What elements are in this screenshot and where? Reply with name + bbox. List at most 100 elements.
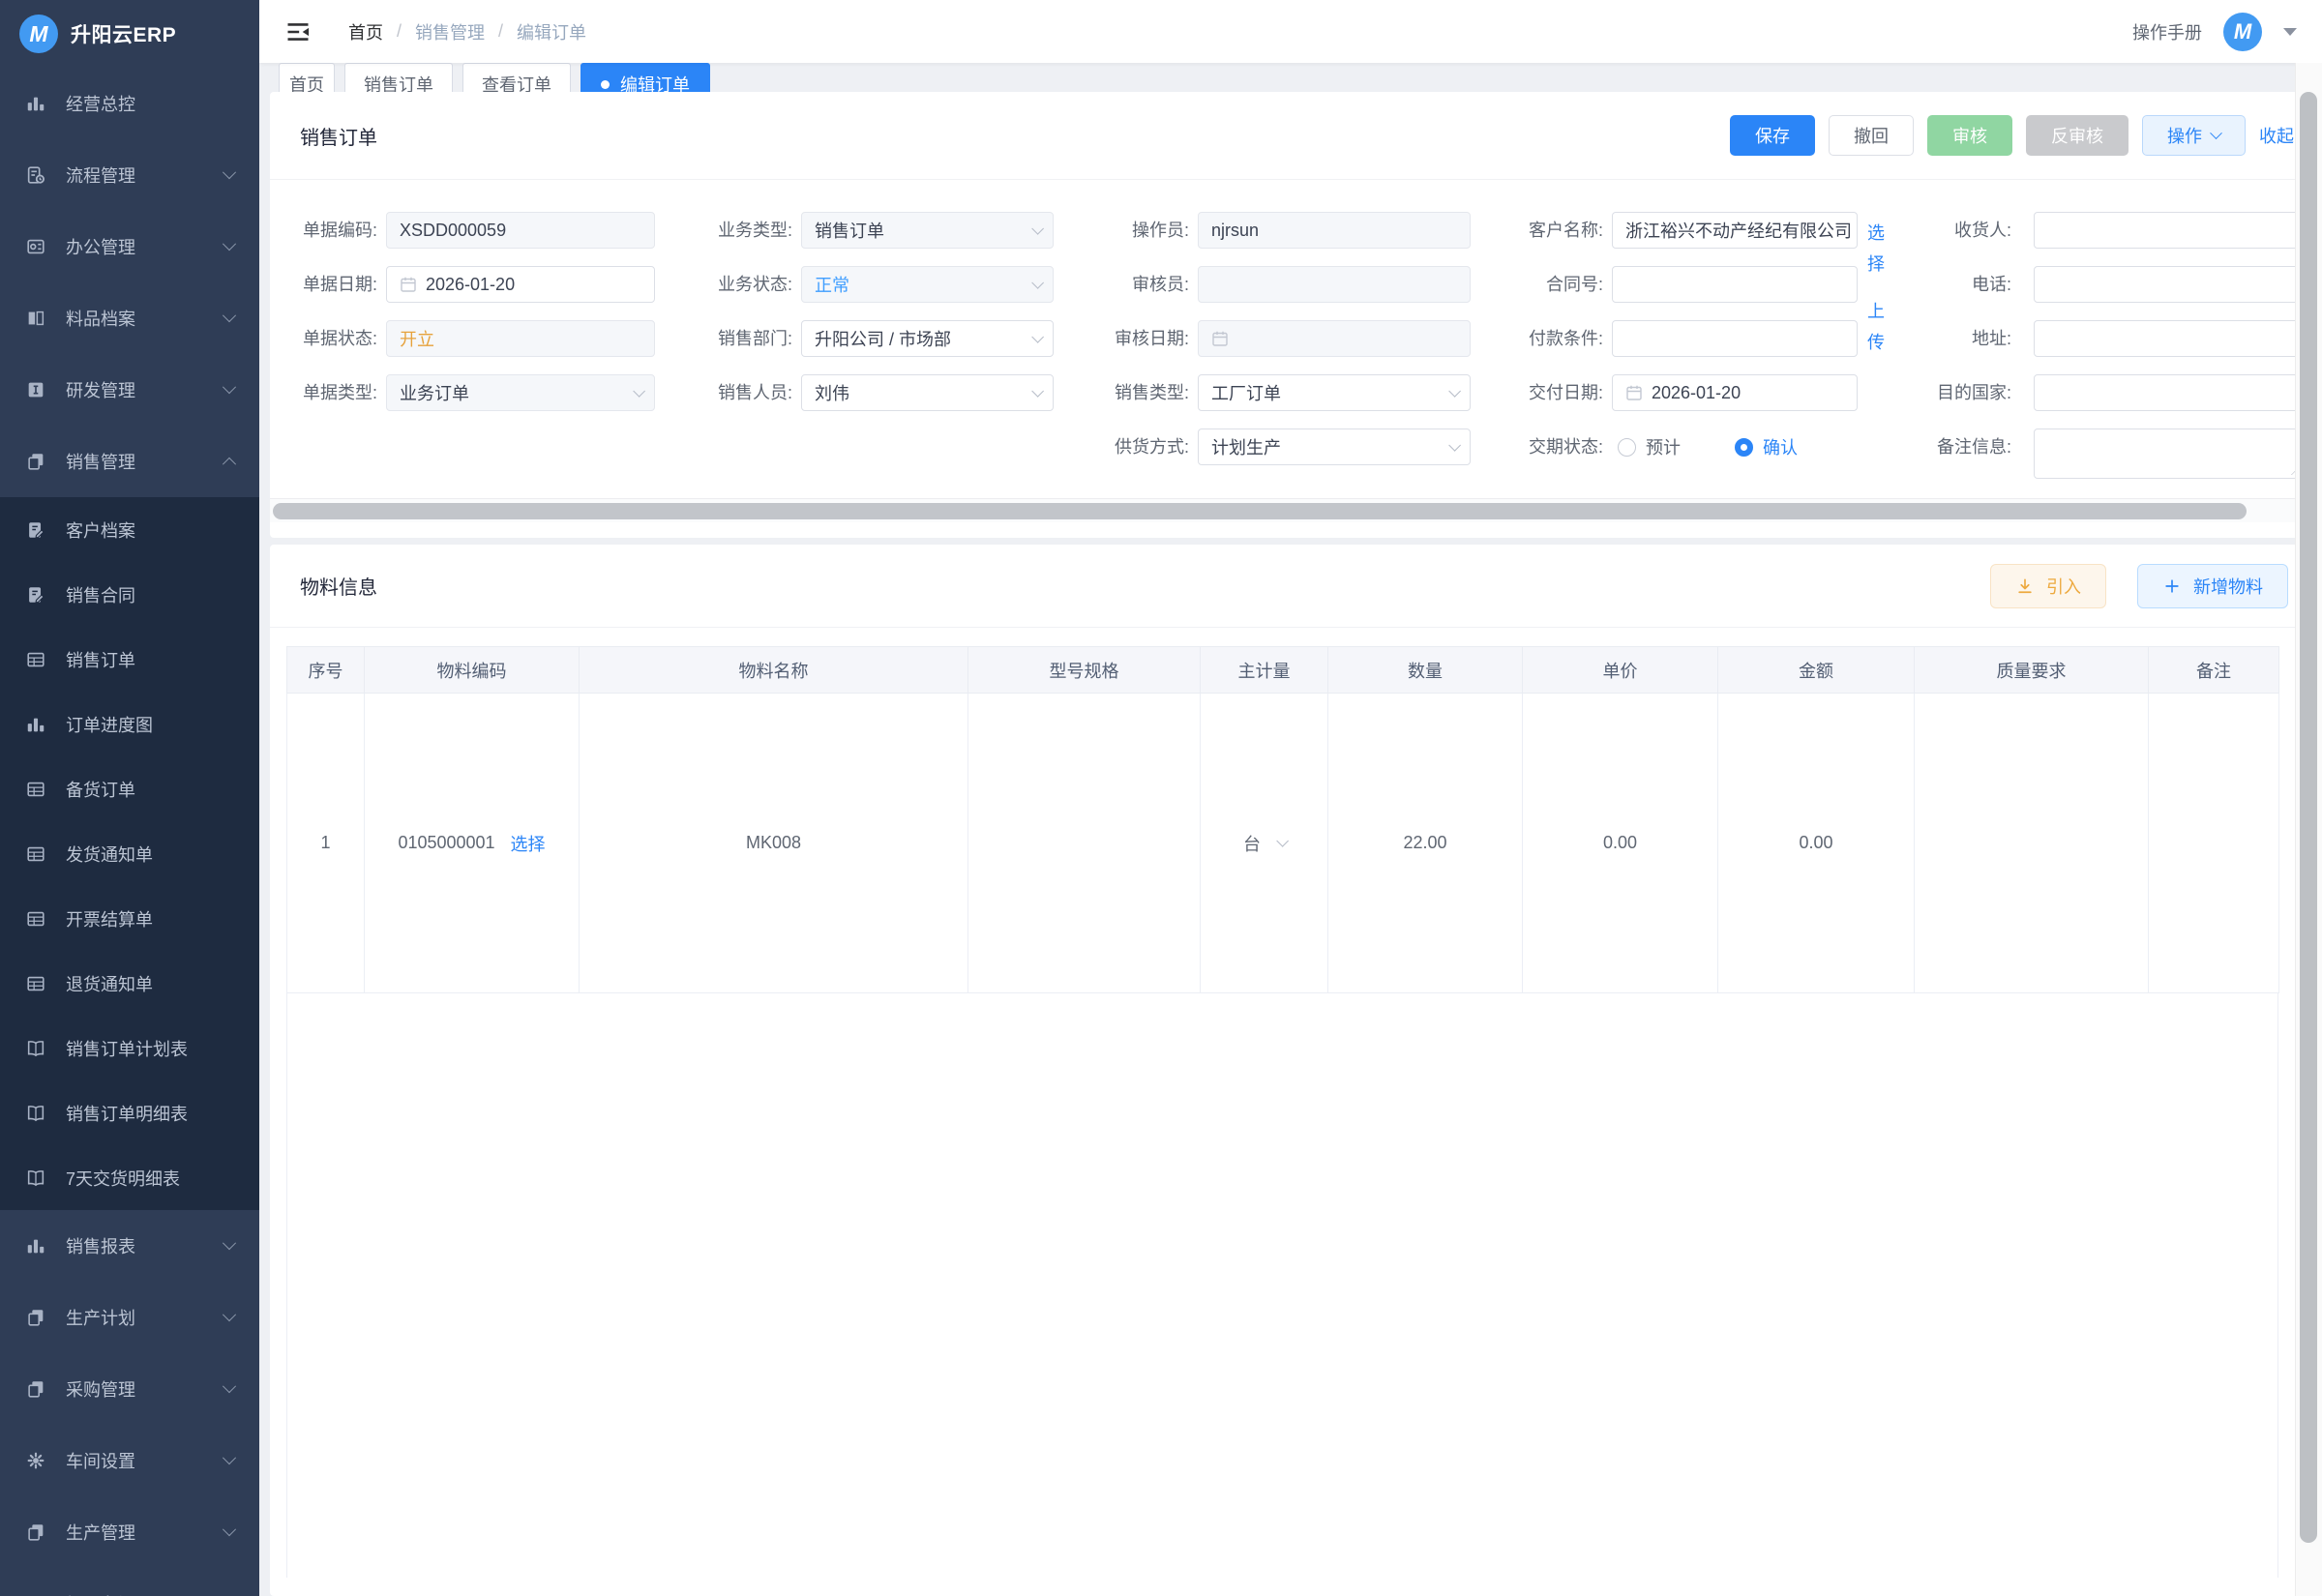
audit-button[interactable]: 审核: [1927, 115, 2012, 156]
bar-chart-icon: [25, 93, 46, 114]
payment-terms-input[interactable]: [1612, 320, 1858, 357]
breadcrumb: 首页 / 销售管理 / 编辑订单: [348, 19, 586, 44]
cell-remark[interactable]: [2149, 694, 2279, 993]
sidebar-item-office-mgmt[interactable]: 办公管理: [0, 211, 259, 282]
customer-name-input[interactable]: 浙江裕兴不动产经纪有限公司: [1612, 212, 1858, 249]
biz-status-select[interactable]: 正常: [801, 266, 1054, 303]
sidebar-item-label: 销售订单计划表: [66, 1036, 188, 1061]
select-customer-link[interactable]: 选择: [1867, 218, 1889, 281]
breadcrumb-home[interactable]: 首页: [348, 19, 383, 44]
doc-type-select[interactable]: 业务订单: [386, 374, 655, 411]
save-button[interactable]: 保存: [1730, 115, 1815, 156]
doc-status-input: 开立: [386, 320, 655, 357]
col-header-amount: 金额: [1718, 647, 1915, 694]
horizontal-scrollbar-track[interactable]: [270, 498, 2311, 522]
sidebar-item-sales-order[interactable]: 销售订单: [0, 627, 259, 692]
doc-date-input[interactable]: 2026-01-20: [386, 266, 655, 303]
vertical-scrollbar-thumb[interactable]: [2300, 92, 2317, 1543]
chevron-down-icon: [1031, 222, 1044, 235]
horizontal-scrollbar-thumb[interactable]: [273, 503, 2247, 519]
tab-view-order[interactable]: 查看订单: [462, 63, 571, 92]
sidebar-item-process-mgmt[interactable]: 流程管理: [0, 139, 259, 211]
sidebar-item-shipping-notice[interactable]: 发货通知单: [0, 821, 259, 886]
collapse-menu-icon[interactable]: [284, 18, 312, 45]
sidebar-item-sales-contract[interactable]: 销售合同: [0, 562, 259, 627]
sidebar-item-production-plan[interactable]: 生产计划: [0, 1282, 259, 1353]
consignee-input[interactable]: [2034, 212, 2307, 249]
table-row: 1 0105000001 选择 MK008 台: [287, 694, 2279, 993]
add-material-button[interactable]: 新增物料: [2137, 564, 2288, 608]
sidebar-item-rd-mgmt[interactable]: 研发管理: [0, 354, 259, 426]
col-header-unit: 主计量: [1201, 647, 1328, 694]
biz-type-select[interactable]: 销售订单: [801, 212, 1054, 249]
sidebar-item-purchase-mgmt[interactable]: 采购管理: [0, 1353, 259, 1425]
cell-quality[interactable]: [1915, 694, 2149, 993]
sidebar-item-label: 销售合同: [66, 582, 135, 607]
import-button[interactable]: 引入: [1990, 564, 2106, 608]
breadcrumb-edit-order: 编辑订单: [517, 19, 586, 44]
user-menu-caret-icon[interactable]: [2283, 28, 2297, 36]
cell-unit[interactable]: 台: [1201, 694, 1328, 993]
select-material-link[interactable]: 选择: [511, 831, 546, 856]
radio-estimated[interactable]: 预计: [1618, 434, 1681, 459]
sidebar-item-customer-archive[interactable]: 客户档案: [0, 497, 259, 562]
tab-home[interactable]: 首页: [279, 63, 335, 92]
breadcrumb-separator: /: [397, 21, 402, 42]
vertical-scrollbar-track[interactable]: [2295, 63, 2322, 1596]
address-input[interactable]: [2034, 320, 2307, 357]
main-area: 首页 / 销售管理 / 编辑订单 操作手册 M 首页 销售订单 查看订单 编辑订…: [259, 0, 2322, 1596]
manual-link[interactable]: 操作手册: [2132, 19, 2202, 44]
sidebar-item-material-archive[interactable]: 料品档案: [0, 282, 259, 354]
chevron-down-icon: [1276, 835, 1289, 847]
upload-link[interactable]: 上传: [1867, 296, 1889, 359]
cell-name[interactable]: MK008: [580, 694, 968, 993]
cell-spec[interactable]: [968, 694, 1201, 993]
form-column-2: 业务类型: 销售订单 业务状态: 正常 销售部门: 升阳公司 / 市场部 销售人…: [698, 212, 1054, 496]
radio-confirmed[interactable]: 确认: [1735, 434, 1798, 459]
sidebar-item-return-notice[interactable]: 退货通知单: [0, 951, 259, 1016]
table-header-row: 序号 物料编码 物料名称 型号规格 主计量 数量 单价 金额 质量要求 备注: [287, 647, 2279, 694]
sales-dept-select[interactable]: 升阳公司 / 市场部: [801, 320, 1054, 357]
dest-country-input[interactable]: [2034, 374, 2307, 411]
phone-input[interactable]: [2034, 266, 2307, 303]
sidebar-item-order-plan-report[interactable]: 销售订单计划表: [0, 1016, 259, 1080]
supply-mode-select[interactable]: 计划生产: [1198, 429, 1471, 465]
order-action-buttons: 保存 撤回 审核 反审核 操作 收起: [1730, 115, 2294, 156]
material-code[interactable]: 0105000001: [398, 833, 494, 853]
top-right-tools: 操作手册 M: [2132, 13, 2297, 51]
sidebar-item-order-progress[interactable]: 订单进度图: [0, 692, 259, 756]
breadcrumb-sales-mgmt[interactable]: 销售管理: [415, 19, 485, 44]
cell-qty[interactable]: 22.00: [1328, 694, 1523, 993]
sidebar-item-sales-report[interactable]: 销售报表: [0, 1210, 259, 1282]
sidebar-item-processing-workshop[interactable]: 加工车间: [0, 1568, 259, 1596]
page-content: 销售订单 保存 撤回 审核 反审核 操作 收起 单据编码: XSDD000059…: [259, 92, 2322, 1596]
sidebar-item-label: 发货通知单: [66, 842, 153, 867]
sidebar-item-7day-delivery-report[interactable]: 7天交货明细表: [0, 1145, 259, 1210]
sidebar-item-stock-order[interactable]: 备货订单: [0, 756, 259, 821]
sidebar-item-business-overview[interactable]: 经营总控: [0, 68, 259, 139]
radio-label: 确认: [1763, 434, 1798, 459]
form-column-1: 单据编码: XSDD000059 单据日期: 2026-01-20 单据状态: …: [286, 212, 655, 496]
user-avatar[interactable]: M: [2223, 13, 2262, 51]
sales-type-select[interactable]: 工厂订单: [1198, 374, 1471, 411]
collapse-form-link[interactable]: 收起: [2259, 123, 2294, 148]
audit-date-input: [1198, 320, 1471, 357]
tab-sales-order[interactable]: 销售订单: [344, 63, 453, 92]
sidebar-item-sales-mgmt[interactable]: 销售管理: [0, 426, 259, 497]
unaudit-button[interactable]: 反审核: [2026, 115, 2128, 156]
sidebar-item-workshop-settings[interactable]: 车间设置: [0, 1425, 259, 1496]
tab-edit-order[interactable]: 编辑订单: [580, 63, 710, 92]
remark-textarea[interactable]: [2034, 429, 2307, 479]
cell-price[interactable]: 0.00: [1523, 694, 1718, 993]
sidebar-item-order-detail-report[interactable]: 销售订单明细表: [0, 1080, 259, 1145]
rd-box-icon: [25, 379, 46, 400]
withdraw-button[interactable]: 撤回: [1829, 115, 1914, 156]
sidebar-item-invoice-settlement[interactable]: 开票结算单: [0, 886, 259, 951]
actions-dropdown-button[interactable]: 操作: [2142, 115, 2246, 156]
delivery-date-input[interactable]: 2026-01-20: [1612, 374, 1858, 411]
contract-no-input[interactable]: [1612, 266, 1858, 303]
chevron-down-icon: [223, 380, 236, 394]
sales-dept-value: 升阳公司 / 市场部: [815, 326, 951, 351]
sidebar-item-production-mgmt[interactable]: 生产管理: [0, 1496, 259, 1568]
sales-person-select[interactable]: 刘伟: [801, 374, 1054, 411]
